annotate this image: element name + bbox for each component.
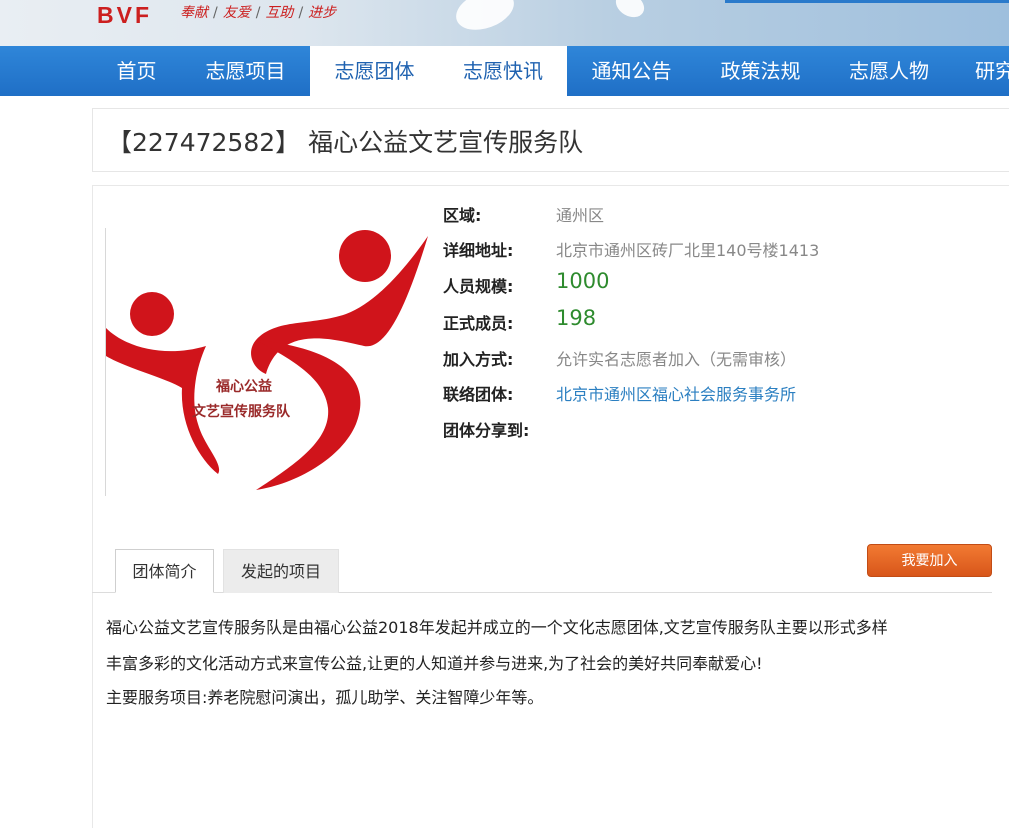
nav-item-projects[interactable]: 志愿项目 <box>185 46 306 96</box>
nav-item-people[interactable]: 志愿人物 <box>825 46 953 96</box>
info-label-members: 正式成员: <box>443 314 514 333</box>
nav-item-news[interactable]: 志愿快讯 <box>439 46 567 96</box>
info-label-address: 详细地址: <box>443 241 514 260</box>
dove-decoration <box>450 0 520 38</box>
info-label-region: 区域: <box>443 206 482 225</box>
slogan-separator: / <box>255 5 261 21</box>
info-label-contact: 联络团体: <box>443 385 514 404</box>
top-banner: BVF 奉献 / 友爱 / 互助 / 进步 <box>0 0 1009 46</box>
info-label-size: 人员规模: <box>443 277 514 296</box>
logo-text-line2: 文艺宣传服务队 <box>192 403 291 420</box>
site-logo[interactable]: BVF <box>97 2 152 29</box>
logo-text-line1: 福心公益 <box>215 378 272 395</box>
nav-item-policies[interactable]: 政策法规 <box>696 46 825 96</box>
banner-accent-bar <box>725 0 1009 3</box>
main-nav: 首页 志愿项目 志愿团体 志愿快讯 通知公告 政策法规 志愿人物 研究 <box>0 46 1009 96</box>
info-label-share: 团体分享到: <box>443 421 530 440</box>
description-line: 福心公益文艺宣传服务队是由福心公益2018年发起并成立的一个文化志愿团体,文艺宣… <box>106 618 888 637</box>
join-button[interactable]: 我要加入 <box>867 544 992 577</box>
group-title-box: 【227472582】 福心公益文艺宣传服务队 <box>92 108 1009 172</box>
info-value-size: 1000 <box>556 269 610 293</box>
tab-initiated-projects[interactable]: 发起的项目 <box>223 549 339 593</box>
group-logo-image: 福心公益 文艺宣传服务队 <box>106 228 432 496</box>
slogan-separator: / <box>213 5 218 21</box>
description-line: 丰富多彩的文化活动方式来宣传公益,让更的人知道并参与进来,为了社会的美好共同奉献… <box>106 654 763 673</box>
dove-decoration <box>611 0 649 23</box>
slogan-word: 友爱 <box>222 5 251 21</box>
site-slogan: 奉献 / 友爱 / 互助 / 进步 <box>180 2 336 22</box>
slogan-word: 互助 <box>265 5 294 21</box>
slogan-word: 进步 <box>308 5 337 21</box>
logo-left-head <box>130 292 174 336</box>
info-value-join-method: 允许实名志愿者加入（无需审核） <box>556 350 797 369</box>
slogan-separator: / <box>298 5 304 21</box>
info-value-contact-link[interactable]: 北京市通州区福心社会服务事务所 <box>556 381 796 405</box>
group-title: 【227472582】 福心公益文艺宣传服务队 <box>107 128 584 157</box>
tab-group-intro[interactable]: 团体简介 <box>115 549 214 593</box>
info-value-address: 北京市通州区砖厂北里140号楼1413 <box>556 241 820 260</box>
nav-item-groups[interactable]: 志愿团体 <box>310 46 439 96</box>
nav-item-home[interactable]: 首页 <box>87 46 186 96</box>
logo-right-head <box>339 230 391 282</box>
info-value-members: 198 <box>556 306 597 330</box>
description-line: 主要服务项目:养老院慰问演出，孤儿助学、关注智障少年等。 <box>106 688 544 707</box>
info-label-join-method: 加入方式: <box>443 350 514 369</box>
info-value-region: 通州区 <box>556 206 605 225</box>
nav-item-research[interactable]: 研究 <box>953 46 1009 96</box>
slogan-word: 奉献 <box>180 5 208 21</box>
nav-item-notices[interactable]: 通知公告 <box>567 46 696 96</box>
